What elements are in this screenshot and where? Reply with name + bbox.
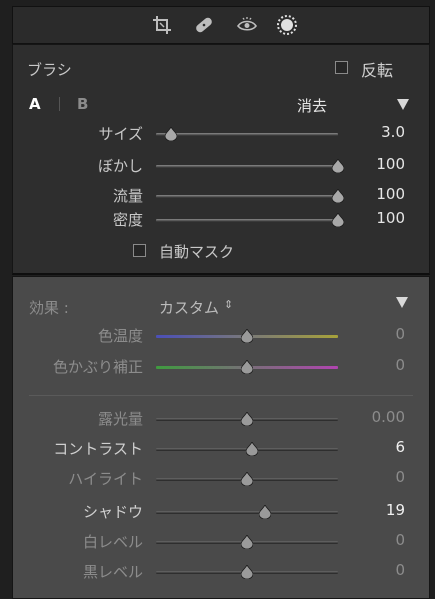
slider-thumb[interactable] (246, 442, 259, 456)
slider-thumb[interactable] (241, 360, 253, 374)
section-divider (29, 395, 413, 396)
slider-value[interactable]: 100 (343, 185, 405, 203)
effect-panel: 効果 : カスタム ⇕ 色温度 0 色かぶり補正 0 露光量 0.00 コントラスト 6 ハイ… (12, 276, 430, 599)
slider-row: ぼかし 100 (13, 155, 429, 177)
panel-collapse-icon[interactable] (397, 99, 409, 110)
slider-row: 流量 100 (13, 185, 429, 207)
slider-label: 黒レベル (82, 563, 143, 581)
brush-panel: ブラシ 反転 A B 消去 サイズ 3.0 ぼかし 100 流量 100 密度 100 自動マ… (12, 44, 430, 275)
slider-row: ハイライト 0 (13, 468, 429, 490)
slider-row: 密度 100 (13, 209, 429, 231)
erase-label[interactable]: 消去 (297, 95, 327, 116)
slider-value[interactable]: 0 (343, 561, 405, 579)
invert-checkbox[interactable] (335, 61, 348, 74)
slider-thumb[interactable] (241, 412, 253, 426)
slider-value[interactable]: 100 (343, 155, 405, 173)
slider-track[interactable] (156, 165, 338, 168)
redeye-icon[interactable] (235, 13, 259, 37)
slider-value[interactable]: 100 (343, 209, 405, 227)
slider-track[interactable] (156, 133, 338, 136)
bandage-icon[interactable] (192, 13, 216, 37)
slider-label: シャドウ (82, 503, 143, 521)
slider-label: ぼかし (97, 157, 143, 175)
slider-value[interactable]: 0 (343, 325, 405, 343)
slider-value[interactable]: 3.0 (343, 123, 405, 141)
slider-thumb[interactable] (164, 127, 177, 141)
effect-preset[interactable]: カスタム (159, 297, 219, 318)
slider-thumb[interactable] (241, 535, 253, 549)
slider-track[interactable] (156, 219, 338, 222)
slider-row: シャドウ 19 (13, 501, 429, 523)
slider-row: 色温度 0 (13, 325, 429, 347)
slider-label: ハイライト (68, 470, 143, 488)
automask-checkbox[interactable] (133, 244, 146, 257)
slider-thumb[interactable] (241, 472, 253, 486)
slider-thumb[interactable] (241, 329, 253, 343)
preset-stepper-icon[interactable]: ⇕ (224, 298, 233, 311)
slider-label: 露光量 (97, 410, 143, 428)
slider-label: 色温度 (97, 327, 143, 345)
automask-label: 自動マスク (159, 243, 235, 261)
slider-value[interactable]: 0.00 (343, 408, 405, 426)
slider-label: 色かぶり補正 (52, 358, 143, 376)
slider-thumb[interactable] (241, 565, 253, 579)
slider-row: 黒レベル 0 (13, 561, 429, 583)
slider-label: 流量 (112, 187, 143, 205)
slider-label: 白レベル (82, 533, 143, 551)
slider-row: 白レベル 0 (13, 531, 429, 553)
slider-track[interactable] (156, 195, 338, 198)
tab-a[interactable]: A (29, 95, 41, 113)
crop-icon[interactable] (150, 13, 174, 37)
effect-collapse-icon[interactable] (396, 297, 408, 308)
effect-label: 効果 : (29, 299, 69, 317)
slider-value[interactable]: 0 (343, 356, 405, 374)
slider-row: 色かぶり補正 0 (13, 356, 429, 378)
slider-value[interactable]: 0 (343, 531, 405, 549)
radial-brush-icon[interactable] (275, 13, 299, 37)
slider-label: サイズ (98, 125, 143, 143)
tool-strip (12, 6, 430, 44)
slider-row: サイズ 3.0 (13, 123, 429, 145)
brush-title: ブラシ (27, 61, 72, 79)
slider-value[interactable]: 6 (343, 438, 405, 456)
slider-track[interactable] (156, 511, 338, 514)
slider-label: 密度 (112, 211, 143, 229)
slider-value[interactable]: 19 (343, 501, 405, 519)
slider-row: 露光量 0.00 (13, 408, 429, 430)
tab-b[interactable]: B (77, 95, 88, 113)
slider-label: コントラスト (53, 440, 143, 458)
tab-divider (59, 97, 60, 111)
slider-thumb[interactable] (259, 505, 272, 519)
slider-row: コントラスト 6 (13, 438, 429, 460)
invert-label: 反転 (361, 61, 394, 80)
slider-value[interactable]: 0 (343, 468, 405, 486)
